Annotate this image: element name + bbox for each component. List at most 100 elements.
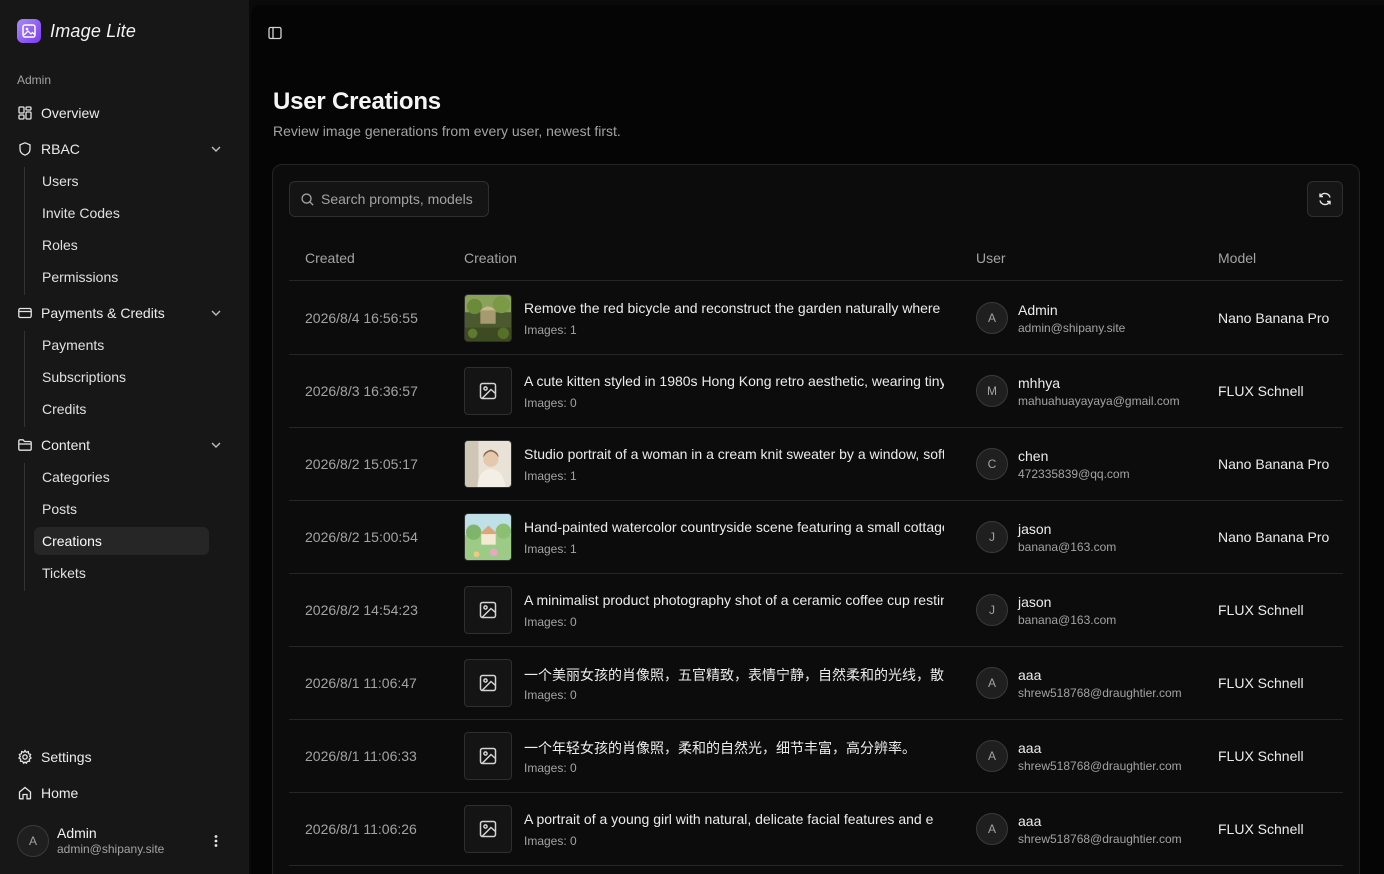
column-header-model[interactable]: Model — [1218, 250, 1256, 266]
created-date: 2026/8/2 15:05:17 — [305, 456, 418, 472]
sidebar-item-categories[interactable]: Categories — [34, 463, 209, 491]
image-count: Images: 1 — [524, 542, 577, 556]
created-date: 2026/8/2 15:00:54 — [305, 529, 418, 545]
sidebar-item-label: Payments & Credits — [41, 305, 165, 321]
column-header-created[interactable]: Created — [305, 250, 355, 266]
sidebar-item-credits[interactable]: Credits — [34, 395, 209, 423]
sidebar-item-tickets[interactable]: Tickets — [34, 559, 209, 587]
image-count: Images: 1 — [524, 323, 577, 337]
image-placeholder-icon[interactable] — [464, 367, 512, 415]
sidebar-item-label: Content — [41, 437, 91, 453]
sidebar-item-overview[interactable]: Overview — [17, 99, 232, 127]
sidebar-item-roles[interactable]: Roles — [34, 231, 209, 259]
search-box[interactable] — [289, 181, 489, 217]
table-row[interactable]: 2026/8/2 15:00:54 Hand-painted watercolor… — [289, 501, 1343, 574]
creation-prompt: 一个美丽女孩的肖像照，五官精致，表情宁静，自然柔和的光线，散 — [524, 667, 944, 683]
chevron-down-icon[interactable] — [208, 305, 224, 321]
refresh-button[interactable] — [1307, 181, 1343, 217]
table-row[interactable]: 2026/8/1 11:06:47 一个美丽女孩的肖像照，五官精致，表情宁静，自然… — [289, 647, 1343, 720]
creations-card: Created Creation User Model 2026/8/4 16:… — [272, 164, 1360, 874]
shield-icon — [17, 141, 33, 157]
image-placeholder-icon[interactable] — [464, 805, 512, 853]
sidebar-item-content[interactable]: Content — [17, 431, 232, 459]
user-email: admin@shipany.site — [57, 842, 165, 856]
creation-prompt: Remove the red bicycle and reconstruct t… — [524, 300, 944, 316]
dashboard-icon — [17, 105, 33, 121]
table-row[interactable]: 2026/8/2 15:05:17 Studio portrait of a wo… — [289, 428, 1343, 501]
table-row[interactable]: 2026/8/3 16:36:57 A cute kitten styled in… — [289, 355, 1343, 428]
user-email: admin@shipany.site — [1018, 321, 1126, 335]
image-count: Images: 0 — [524, 396, 577, 410]
sidebar-item-users[interactable]: Users — [34, 167, 209, 195]
sidebar-item-posts[interactable]: Posts — [34, 495, 209, 523]
creation-thumbnail[interactable] — [464, 513, 512, 561]
created-date: 2026/8/1 11:06:33 — [305, 748, 417, 764]
sidebar-item-creations[interactable]: Creations — [34, 527, 209, 555]
user-email: shrew518768@draughtier.com — [1018, 686, 1182, 700]
table-row[interactable]: 2026/8/2 14:54:23 A minimalist product ph… — [289, 574, 1343, 647]
search-input[interactable] — [321, 191, 481, 207]
table-header: Created Creation User Model — [289, 237, 1343, 281]
sidebar-item-label: Settings — [41, 749, 92, 765]
chevron-down-icon[interactable] — [208, 141, 224, 157]
user-name: aaa — [1018, 667, 1042, 683]
image-placeholder-icon[interactable] — [464, 659, 512, 707]
avatar: A — [976, 667, 1008, 699]
user-name: Admin — [1018, 302, 1058, 318]
table-row[interactable]: 2026/8/1 11:06:33 一个年轻女孩的肖像照，柔和的自然光，细节丰富，… — [289, 720, 1343, 793]
sidebar-item-home[interactable]: Home — [17, 779, 232, 807]
image-count: Images: 0 — [524, 834, 577, 848]
created-date: 2026/8/1 11:06:47 — [305, 675, 417, 691]
creation-thumbnail[interactable] — [464, 440, 512, 488]
credit-card-icon — [17, 305, 33, 321]
creation-prompt: A cute kitten styled in 1980s Hong Kong … — [524, 373, 944, 389]
user-email: shrew518768@draughtier.com — [1018, 759, 1182, 773]
creation-thumbnail[interactable] — [464, 294, 512, 342]
creation-prompt: Hand-painted watercolor countryside scen… — [524, 519, 944, 535]
sidebar-item-rbac[interactable]: RBAC — [17, 135, 232, 163]
sidebar-item-permissions[interactable]: Permissions — [34, 263, 209, 291]
model-name: Nano Banana Pro — [1218, 310, 1330, 326]
user-email: 472335839@qq.com — [1018, 467, 1130, 481]
avatar: M — [976, 375, 1008, 407]
sidebar-item-label: Home — [41, 785, 79, 801]
user-email: banana@163.com — [1018, 613, 1117, 627]
image-logo-icon — [17, 19, 41, 43]
column-header-creation[interactable]: Creation — [464, 250, 517, 266]
sidebar-item-settings[interactable]: Settings — [17, 743, 232, 771]
model-name: FLUX Schnell — [1218, 821, 1304, 837]
avatar: A — [976, 813, 1008, 845]
image-placeholder-icon[interactable] — [464, 586, 512, 634]
sidebar-user-menu[interactable]: A Admin admin@shipany.site — [17, 824, 232, 858]
sidebar-item-invite-codes[interactable]: Invite Codes — [34, 199, 209, 227]
gear-icon — [17, 749, 33, 765]
created-date: 2026/8/1 11:06:26 — [305, 821, 417, 837]
sidebar-item-payments-credits[interactable]: Payments & Credits — [17, 299, 232, 327]
creation-prompt: A minimalist product photography shot of… — [524, 592, 944, 608]
table-row[interactable]: 2026/8/4 16:56:55 Remove the red bicycle … — [289, 282, 1343, 355]
user-name: aaa — [1018, 813, 1042, 829]
model-name: FLUX Schnell — [1218, 675, 1304, 691]
column-header-user[interactable]: User — [976, 250, 1006, 266]
sidebar-item-payments[interactable]: Payments — [34, 331, 209, 359]
model-name: Nano Banana Pro — [1218, 529, 1330, 545]
brand[interactable]: Image Lite — [17, 19, 136, 43]
image-placeholder-icon[interactable] — [464, 732, 512, 780]
user-name: jason — [1018, 521, 1052, 537]
sidebar-item-subscriptions[interactable]: Subscriptions — [34, 363, 209, 391]
chevron-down-icon[interactable] — [208, 437, 224, 453]
home-icon — [17, 785, 33, 801]
table-row[interactable]: 2026/8/1 11:06:26 A portrait of a young g… — [289, 793, 1343, 866]
model-name: FLUX Schnell — [1218, 748, 1304, 764]
user-name: mhhya — [1018, 375, 1061, 391]
model-name: FLUX Schnell — [1218, 602, 1304, 618]
sidebar-group-label: Admin — [17, 73, 52, 87]
image-count: Images: 0 — [524, 688, 577, 702]
creation-prompt: Studio portrait of a woman in a cream kn… — [524, 446, 944, 462]
image-count: Images: 1 — [524, 469, 577, 483]
more-vertical-icon[interactable] — [208, 833, 224, 849]
sidebar: Image Lite Admin Overview RBAC Users Inv… — [0, 0, 249, 874]
sidebar-toggle-button[interactable] — [265, 23, 285, 43]
main-content: User Creations Review image generations … — [251, 5, 1384, 874]
creation-prompt: A portrait of a young girl with natural,… — [524, 811, 934, 827]
